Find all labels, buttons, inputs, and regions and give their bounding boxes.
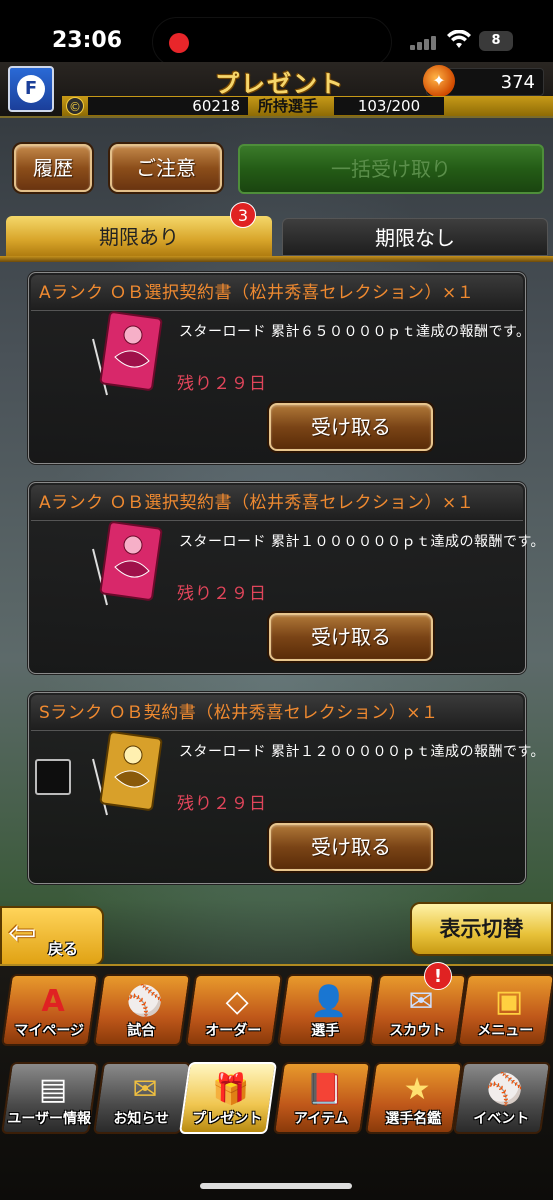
present-title: Aランク ＯＢ選択契約書（松井秀喜セレクション）×１	[31, 275, 523, 311]
present-remaining: 残り２９日	[177, 794, 267, 814]
nav-label: 選手	[311, 1023, 340, 1039]
nav-item-player[interactable]: 👤 選手	[276, 974, 376, 1046]
tab-underline	[0, 256, 553, 262]
nav-row-main: A マイページ ⚾ 試合 ◇ オーダー 👤 選手 ✉ スカウト ▣ メニュー	[0, 974, 553, 1050]
team-logo[interactable]: F	[8, 66, 54, 112]
nav-label: オーダー	[205, 1023, 262, 1039]
nav-label: メニュー	[477, 1023, 534, 1039]
back-arrow-icon: ⇦	[8, 913, 37, 953]
present-description: スターロード 累計１２０００００ｐｔ達成の報酬です。	[179, 744, 546, 760]
order-icon: ◇	[225, 984, 249, 1019]
nav-label: ユーザー情報	[7, 1111, 92, 1127]
s-rank-contract-icon	[92, 731, 163, 816]
receive-button[interactable]: 受け取る	[269, 823, 433, 871]
select-checkbox[interactable]	[35, 759, 71, 795]
notice-button[interactable]: ご注意	[110, 144, 222, 192]
nav-label: スカウト	[389, 1023, 446, 1039]
present-description: スターロード 累計１００００００ｐｔ達成の報酬です。	[179, 534, 546, 550]
nav-label: マイページ	[14, 1023, 85, 1039]
recording-indicator-icon	[169, 33, 189, 53]
history-button[interactable]: 履歴	[14, 144, 92, 192]
present-card: Aランク ＯＢ選択契約書（松井秀喜セレクション）×１ スターロード 累計６５００…	[28, 272, 530, 464]
battery-icon: 8	[479, 31, 513, 51]
status-time: 23:06	[52, 28, 123, 53]
notice-icon: ✉	[132, 1072, 158, 1107]
owned-players-value: 103/200	[334, 97, 444, 115]
app-header: F プレゼント ✦ 374 © 60218 所持選手 103/200	[0, 62, 553, 118]
nav-item-event[interactable]: ⚾ イベント	[452, 1062, 552, 1134]
nav-item-present[interactable]: 🎁 プレゼント	[178, 1062, 278, 1134]
present-description: スターロード 累計６５００００ｐｔ達成の報酬です。	[179, 324, 531, 340]
nav-item-user-info[interactable]: ▤ ユーザー情報	[0, 1062, 100, 1134]
coin-value: 374	[500, 72, 535, 93]
home-indicator[interactable]	[200, 1183, 352, 1189]
team-logo-letter: F	[17, 75, 45, 103]
present-remaining: 残り２９日	[177, 584, 267, 604]
a-rank-contract-icon	[92, 521, 163, 606]
tab-no-deadline[interactable]: 期限なし	[282, 218, 548, 256]
nav-label: イベント	[473, 1111, 530, 1127]
owned-players-label: 所持選手	[258, 97, 319, 115]
nav-item-player-directory[interactable]: ★ 選手名鑑	[364, 1062, 464, 1134]
wifi-icon	[447, 30, 471, 48]
scout-alert-badge: !	[424, 962, 452, 990]
event-icon: ⚾	[486, 1072, 524, 1107]
present-icon: 🎁	[212, 1072, 250, 1107]
page-title: プレゼント	[215, 70, 345, 98]
points-icon: ©	[66, 97, 84, 115]
dynamic-island	[152, 17, 392, 67]
menu-icon: ▣	[494, 984, 524, 1019]
info-bar: © 60218 所持選手 103/200	[62, 96, 553, 116]
status-bar: 23:06 8	[0, 0, 553, 67]
nav-label: アイテム	[293, 1111, 349, 1127]
tab-badge-count: 3	[230, 202, 256, 228]
mypage-icon: A	[41, 984, 65, 1019]
player-icon: 👤	[310, 984, 348, 1019]
nav-item-menu[interactable]: ▣ メニュー	[456, 974, 553, 1046]
nav-label: 試合	[127, 1023, 156, 1039]
nav-item-item[interactable]: 📕 アイテム	[272, 1062, 372, 1134]
nav-label: お知らせ	[113, 1111, 170, 1127]
present-title: Sランク ＯＢ契約書（松井秀喜セレクション）×１	[31, 695, 523, 731]
nav-item-game[interactable]: ⚾ 試合	[92, 974, 192, 1046]
user-info-icon: ▤	[38, 1072, 68, 1107]
coin-icon: ✦	[423, 65, 455, 97]
bulk-receive-button[interactable]: 一括受け取り	[238, 144, 544, 194]
nav-item-scout[interactable]: ✉ スカウト	[368, 974, 468, 1046]
nav-item-notice[interactable]: ✉ お知らせ	[92, 1062, 192, 1134]
nav-item-mypage[interactable]: A マイページ	[0, 974, 100, 1046]
player-directory-icon: ★	[403, 1072, 431, 1107]
receive-button[interactable]: 受け取る	[269, 613, 433, 661]
nav-label: 選手名鑑	[385, 1111, 442, 1127]
present-title: Aランク ＯＢ選択契約書（松井秀喜セレクション）×１	[31, 485, 523, 521]
a-rank-contract-icon	[92, 311, 163, 396]
nav-row-sub: ▤ ユーザー情報 ✉ お知らせ 🎁 プレゼント 📕 アイテム ★ 選手名鑑 ⚾ …	[0, 1062, 553, 1138]
item-icon: 📕	[306, 1072, 344, 1107]
back-button[interactable]: ⇦ 戻る	[0, 906, 104, 966]
nav-item-order[interactable]: ◇ オーダー	[184, 974, 284, 1046]
coin-counter[interactable]: ✦ 374	[423, 65, 544, 97]
receive-button[interactable]: 受け取る	[269, 403, 433, 451]
present-card: Aランク ＯＢ選択契約書（松井秀喜セレクション）×１ スターロード 累計１０００…	[28, 482, 545, 674]
game-icon: ⚾	[126, 984, 164, 1019]
signal-icon	[410, 34, 440, 50]
display-toggle-button[interactable]: 表示切替	[410, 902, 553, 956]
points-value: 60218	[88, 97, 248, 115]
back-label: 戻る	[48, 940, 79, 958]
present-card: Sランク ＯＢ契約書（松井秀喜セレクション）×１ スターロード 累計１２００００…	[28, 692, 545, 884]
present-remaining: 残り２９日	[177, 374, 267, 394]
nav-label: プレゼント	[192, 1111, 263, 1127]
